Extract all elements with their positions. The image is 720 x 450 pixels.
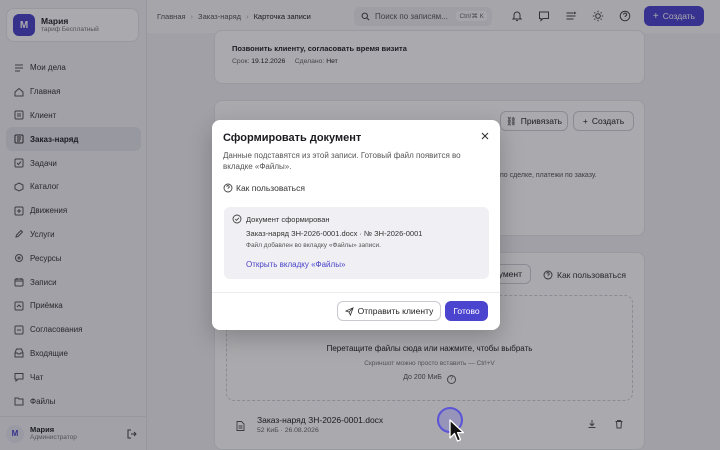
dialog-footer: Отправить клиенту Готово bbox=[212, 292, 500, 330]
dialog-description: Данные подставятся из этой записи. Готов… bbox=[223, 151, 461, 172]
done-button[interactable]: Готово bbox=[445, 301, 488, 321]
dialog-howto-link[interactable]: Как пользоваться bbox=[223, 183, 305, 193]
send-button-label: Отправить клиенту bbox=[357, 306, 434, 316]
close-icon[interactable] bbox=[480, 131, 490, 141]
send-icon bbox=[344, 306, 354, 316]
dialog-howto-label: Как пользоваться bbox=[236, 183, 305, 193]
result-file: Заказ-наряд ЗН-2026-0001.docx · № ЗН-202… bbox=[246, 229, 423, 238]
result-panel: Документ сформирован Заказ-наряд ЗН-2026… bbox=[224, 207, 489, 279]
send-to-client-button[interactable]: Отправить клиенту bbox=[337, 301, 441, 321]
open-files-tab-link[interactable]: Открыть вкладку «Файлы» bbox=[246, 260, 345, 269]
check-circle-icon bbox=[232, 214, 242, 224]
result-note: Файл добавлен во вкладку «Файлы» записи. bbox=[246, 242, 381, 249]
result-status: Документ сформирован bbox=[246, 215, 330, 224]
mouse-cursor-icon bbox=[449, 419, 465, 442]
help-icon bbox=[223, 183, 233, 193]
generate-document-dialog: Сформировать документ Данные подставятся… bbox=[212, 120, 500, 330]
dialog-title: Сформировать документ bbox=[223, 132, 362, 144]
